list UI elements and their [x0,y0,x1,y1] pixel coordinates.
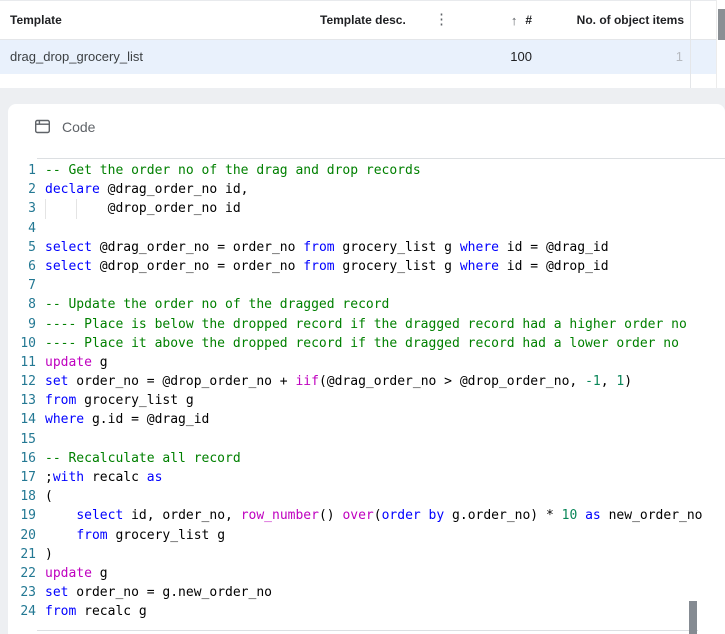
code-line-content: from grocery_list g [76,527,226,543]
line-number: 1 [28,163,36,178]
code-line[interactable]: 14 where g.id = @drag_id [8,410,725,429]
column-header-template-desc[interactable]: Template desc. [320,1,406,39]
code-line[interactable]: 12 set order_no = @drop_order_no + iif(@d… [8,372,725,391]
code-line-content: select @drop_order_no = order_no from gr… [45,258,609,274]
code-line-content: declare @drag_order_no id, [45,182,249,198]
line-number: 20 [20,527,36,543]
code-line-content: ---- Place is below the dropped record i… [45,316,687,332]
code-line-content: @drop_order_no id [45,199,241,219]
line-number: 23 [20,585,36,601]
line-number: 18 [20,489,36,505]
line-number: 10 [20,335,36,351]
table-header: Template Template desc. ⋮ ↑ # No. of obj… [0,0,725,40]
line-number: 5 [28,239,36,255]
line-number: 16 [20,450,36,466]
code-line-content: update g [45,565,108,581]
code-line-content: ;with recalc as [45,470,163,485]
editor-scrollbar-thumb[interactable] [689,601,697,634]
code-line[interactable]: 22 update g [8,564,725,583]
code-line-content: from recalc g [45,604,147,620]
code-line[interactable]: 3 @drop_order_no id [8,199,725,219]
code-line-content: ---- Place it above the dropped record i… [45,335,679,351]
line-number: 7 [28,278,36,294]
code-line[interactable]: 10 ---- Place it above the dropped record… [8,334,725,353]
column-menu-icon[interactable]: ⋮ [430,1,453,39]
line-number: 3 [28,201,36,217]
line-number: 11 [20,354,36,370]
code-line[interactable]: 5 select @drag_order_no = order_no from g… [8,238,725,257]
code-line-content: select @drag_order_no = order_no from gr… [45,239,609,255]
line-number: 14 [20,412,36,428]
code-line-content: select id, order_no, row_number() over(o… [76,508,703,524]
table-row[interactable]: drag_drop_grocery_list 100 1 [0,40,725,74]
line-number: 12 [20,374,36,390]
code-panel-header: Code [34,118,95,135]
cell-template-name: drag_drop_grocery_list [10,49,143,64]
line-number: 4 [28,220,36,236]
code-line[interactable]: 15 [8,430,725,449]
code-line[interactable]: 18 ( [8,487,725,506]
sort-ascending-icon[interactable]: ↑ [511,13,518,28]
line-number: 21 [20,546,36,562]
code-line[interactable]: 9 ---- Place is below the dropped record … [8,315,725,334]
code-line[interactable]: 20 from grocery_list g [8,526,725,545]
code-line-content: ( [45,489,53,505]
code-line[interactable]: 7 [8,276,725,295]
code-line-content: where g.id = @drag_id [45,412,210,428]
code-line[interactable]: 16 -- Recalculate all record [8,449,725,468]
code-line[interactable]: 2 declare @drag_order_no id, [8,180,725,199]
code-line[interactable]: 1 -- Get the order no of the drag and dro… [8,161,725,180]
column-header-object-items[interactable]: No. of object items [577,1,684,39]
code-line-content: set order_no = g.new_order_no [45,585,272,601]
code-line[interactable]: 23 set order_no = g.new_order_no [8,583,725,602]
code-panel: Code 1 -- Get the order no of the drag an… [8,104,725,634]
cell-object-items: 1 [675,49,683,64]
column-header-template[interactable]: Template [10,1,62,39]
editor-bottom-border [37,630,698,631]
panel-title: Code [62,118,96,135]
code-line-content: update g [45,354,108,370]
code-icon [34,118,51,135]
code-line[interactable]: 11 update g [8,353,725,372]
table-scrollbar-thumb[interactable] [718,9,725,40]
code-line-content: from grocery_list g [45,393,194,409]
line-number: 6 [28,258,36,274]
code-line-content: ) [45,546,53,562]
code-line-content: -- Get the order no of the drag and drop… [45,163,421,178]
code-line[interactable]: 8 -- Update the order no of the dragged r… [8,295,725,314]
code-editor[interactable]: 1 -- Get the order no of the drag and dro… [8,159,725,628]
code-line[interactable]: 24 from recalc g [8,602,725,621]
column-header-number-group: ↑ # [511,1,532,39]
code-line[interactable]: 19 select id, order_no, row_number() ove… [8,506,725,525]
column-divider [690,0,691,88]
code-line-content: -- Update the order no of the dragged re… [45,297,390,313]
column-header-number[interactable]: # [525,1,532,39]
table-scrollbar[interactable] [716,0,725,88]
code-line[interactable]: 4 [8,219,725,238]
code-line[interactable]: 6 select @drop_order_no = order_no from g… [8,257,725,276]
line-number: 15 [20,431,36,447]
code-line[interactable]: 21) [8,545,725,564]
template-table: Template Template desc. ⋮ ↑ # No. of obj… [0,0,725,88]
line-number: 8 [28,297,36,313]
line-number: 17 [20,470,36,485]
line-number: 2 [28,182,36,198]
line-number: 24 [20,604,36,620]
cell-number: 100 [510,49,532,64]
line-number: 19 [20,508,36,524]
code-line[interactable]: 13 from grocery_list g [8,391,725,410]
code-line-content: set order_no = @drop_order_no + iif(@dra… [45,374,633,390]
line-number: 22 [20,565,36,581]
code-line[interactable]: 17 ;with recalc as [8,468,725,487]
code-line-content: -- Recalculate all record [45,450,241,466]
line-number: 9 [28,316,36,332]
line-number: 13 [20,393,36,409]
